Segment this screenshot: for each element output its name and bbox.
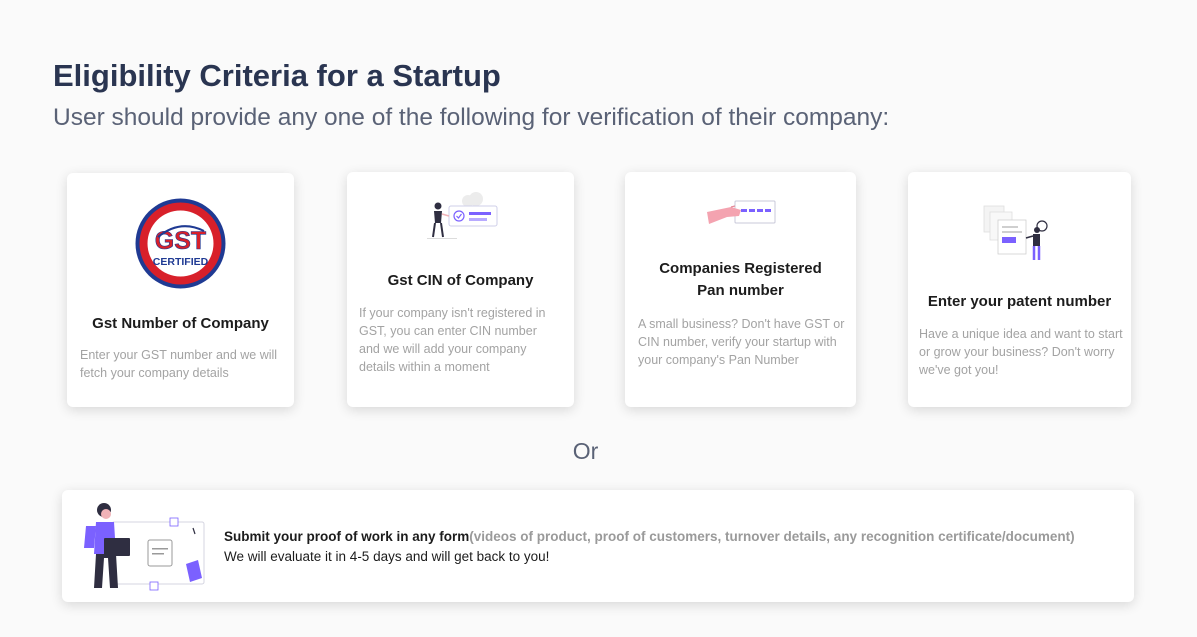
page-subtitle: User should provide any one of the follo… [53, 104, 890, 131]
card-gst-number[interactable]: GST CERTIFIED Gst Number of Company Ente… [67, 173, 294, 407]
proof-heading: Submit your proof of work in any form(vi… [224, 529, 1075, 544]
person-checklist-icon [427, 192, 498, 239]
card-description: If your company isn't registered in GST,… [359, 306, 546, 374]
card-proof-of-work[interactable]: Submit your proof of work in any form(vi… [62, 490, 1134, 602]
card-description: Have a unique idea and want to start or … [919, 327, 1123, 377]
person-documents-icon [983, 205, 1048, 260]
proof-details: (videos of product, proof of customers, … [469, 529, 1075, 544]
card-title: Gst Number of Company [92, 315, 269, 332]
badge-gst-text: GST [155, 227, 206, 255]
card-patent-number[interactable]: Enter your patent number Have a unique i… [908, 172, 1131, 407]
gst-certified-badge: GST CERTIFIED [135, 198, 226, 289]
card-cin-number[interactable]: Gst CIN of Company If your company isn't… [347, 172, 574, 407]
page-title: Eligibility Criteria for a Startup [53, 58, 501, 93]
card-title: Enter your patent number [927, 293, 1112, 310]
proof-note: We will evaluate it in 4-5 days and will… [224, 549, 550, 564]
hand-card-icon [707, 200, 776, 224]
card-pan-number[interactable]: Companies Registered Pan number A small … [625, 172, 856, 407]
card-description: A small business? Don't have GST or CIN … [638, 317, 845, 367]
or-separator: Or [572, 438, 599, 464]
badge-certified-text: CERTIFIED [153, 256, 209, 268]
proof-title: Submit your proof of work in any form [224, 529, 470, 544]
card-title: Companies Registered Pan number [659, 260, 822, 299]
card-title: Gst CIN of Company [387, 272, 534, 289]
card-description: Enter your GST number and we will fetch … [80, 348, 278, 380]
person-laptop-certificate-icon [84, 503, 205, 591]
